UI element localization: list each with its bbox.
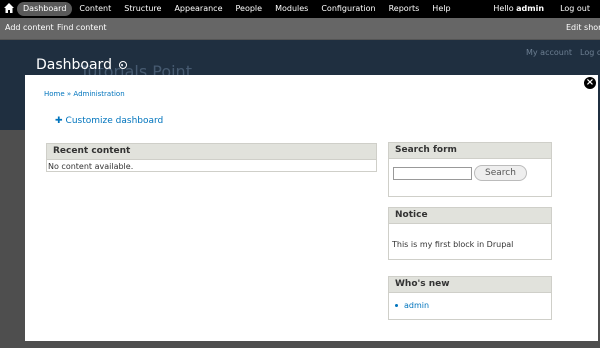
my-account-link[interactable]: My account — [526, 48, 572, 57]
customize-label: Customize dashboard — [65, 116, 164, 126]
edit-shortcuts-link[interactable]: Edit short — [566, 23, 600, 32]
overlay-content: Home » Administration ✚ Customize dashboa… — [25, 75, 598, 341]
hello-user: Hello admin — [493, 2, 544, 16]
user-link[interactable]: admin — [404, 301, 429, 310]
menu-appearance[interactable]: Appearance — [168, 2, 228, 16]
username[interactable]: admin — [516, 4, 544, 13]
list-item: admin — [395, 301, 551, 310]
search-button[interactable]: Search — [474, 165, 527, 181]
logout-link[interactable]: Log out — [560, 2, 590, 16]
customize-dashboard-link[interactable]: ✚ Customize dashboard — [55, 116, 163, 126]
home-icon[interactable] — [4, 3, 14, 14]
user-list: admin — [389, 293, 551, 310]
shortcuts-bar: Add content Find content Edit short — [0, 18, 600, 40]
menu-dashboard[interactable]: Dashboard — [17, 2, 73, 16]
search-form-block: Search form Search — [388, 142, 552, 197]
block-title: Search form — [389, 143, 551, 159]
overlay-title: Dashboard — [36, 57, 127, 73]
toolbar-user: Hello admin Log out — [493, 2, 590, 16]
whos-new-block: Who's new admin — [388, 276, 552, 320]
menu-help[interactable]: Help — [426, 2, 456, 16]
close-icon[interactable]: × — [582, 75, 598, 91]
block-title: Recent content — [47, 144, 376, 160]
bullet-icon — [395, 304, 398, 307]
plus-icon: ✚ — [55, 116, 63, 126]
hello-label: Hello — [493, 4, 514, 13]
menu-structure[interactable]: Structure — [118, 2, 167, 16]
block-title: Notice — [389, 208, 551, 224]
recent-content-block: Recent content No content available. — [46, 143, 377, 172]
toolbar-menu: Dashboard Content Structure Appearance P… — [17, 2, 458, 16]
menu-modules[interactable]: Modules — [269, 2, 314, 16]
log-out-link-bg[interactable]: Log o — [580, 48, 600, 57]
search-input[interactable] — [393, 167, 472, 180]
menu-configuration[interactable]: Configuration — [315, 2, 381, 16]
menu-people[interactable]: People — [230, 2, 269, 16]
menu-reports[interactable]: Reports — [383, 2, 426, 16]
page-title: Dashboard — [36, 57, 112, 73]
notice-block: Notice This is my first block in Drupal — [388, 207, 552, 260]
shortcut-find-content[interactable]: Find content — [57, 23, 107, 32]
block-body: No content available. — [48, 162, 134, 171]
admin-toolbar: Dashboard Content Structure Appearance P… — [0, 0, 600, 18]
breadcrumb[interactable]: Home » Administration — [44, 90, 125, 98]
block-title: Who's new — [389, 277, 551, 293]
shortcut-add-content[interactable]: Add content — [5, 23, 54, 32]
block-body: This is my first block in Drupal — [392, 240, 514, 249]
menu-content[interactable]: Content — [73, 2, 117, 16]
shortcut-toggle-icon[interactable] — [118, 61, 127, 69]
